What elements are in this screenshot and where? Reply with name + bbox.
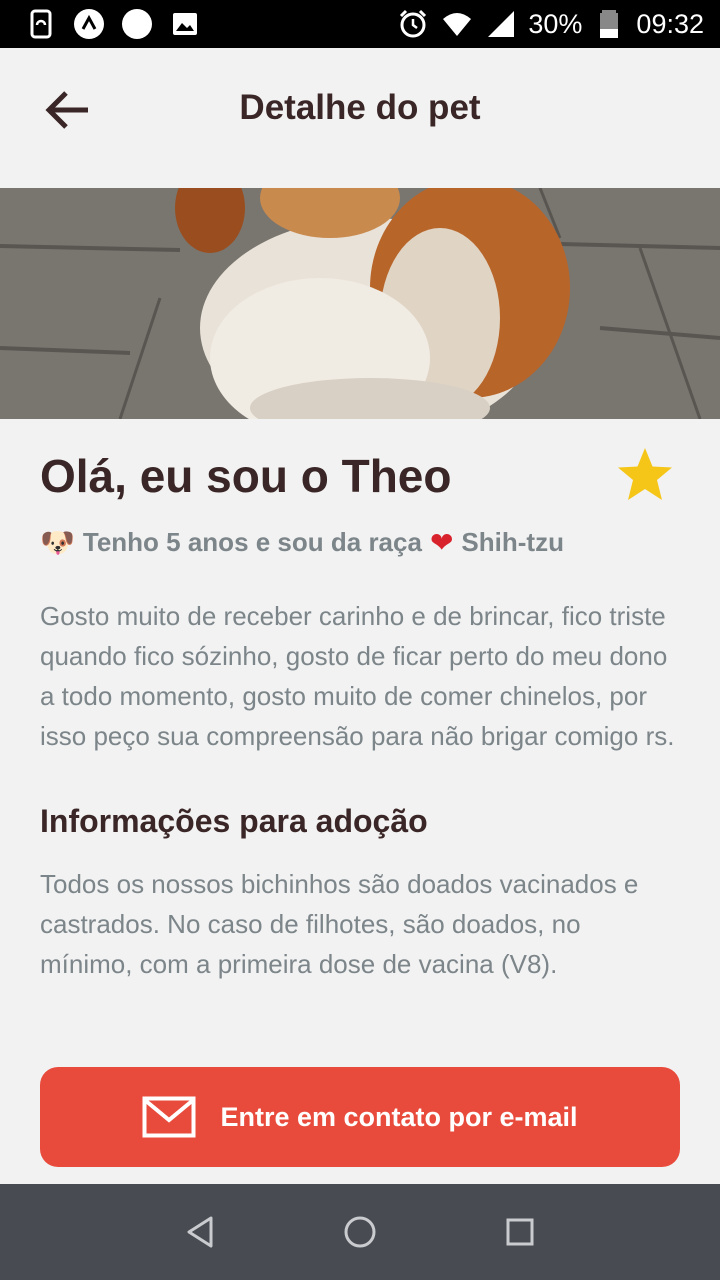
battery-percent: 30% [528,8,583,39]
back-triangle-icon [187,1216,213,1248]
status-bar: 30% 09:32 [0,0,720,48]
recents-square-icon [506,1218,534,1246]
contact-email-button[interactable]: Entre em contato por e-mail [40,1067,680,1167]
pet-name-title: Olá, eu sou o Theo [40,450,452,502]
contact-email-label: Entre em contato por e-mail [220,1101,578,1132]
dog-emoji-icon: 🐶 [40,525,75,559]
system-nav-bar [0,1184,720,1280]
mail-icon [142,1096,196,1138]
pet-summary: 🐶 Tenho 5 anos e sou da raça ❤ Shih-tzu [40,522,680,562]
image-notification-icon [168,7,202,41]
page-title: Detalhe do pet [239,88,481,127]
signal-icon [484,7,518,41]
nav-home-button[interactable] [330,1202,390,1262]
app-notification-icon [72,7,106,41]
wifi-icon [440,7,474,41]
pet-photo [0,188,720,419]
pet-details: Olá, eu sou o Theo 🐶 Tenho 5 anos e sou … [40,440,680,984]
adoption-info-title: Informações para adoção [40,803,428,839]
nav-back-button[interactable] [170,1202,230,1262]
nav-recents-button[interactable] [490,1202,550,1262]
app-bar: Detalhe do pet [0,48,720,188]
pet-breed: Shih-tzu [461,526,564,557]
battery-icon [592,7,626,41]
circle-notification-icon [120,7,154,41]
adoption-info-text: Todos os nossos bichinhos são doados vac… [40,869,639,979]
pet-description: Gosto muito de receber carinho e de brin… [40,601,675,751]
alarm-icon [396,7,430,41]
home-circle-icon [344,1216,376,1248]
phone-sync-icon [24,7,58,41]
star-icon[interactable] [614,444,676,506]
heart-icon: ❤ [429,525,454,559]
clock: 09:32 [636,8,704,39]
pet-age-text: Tenho 5 anos e sou da raça [82,526,422,557]
